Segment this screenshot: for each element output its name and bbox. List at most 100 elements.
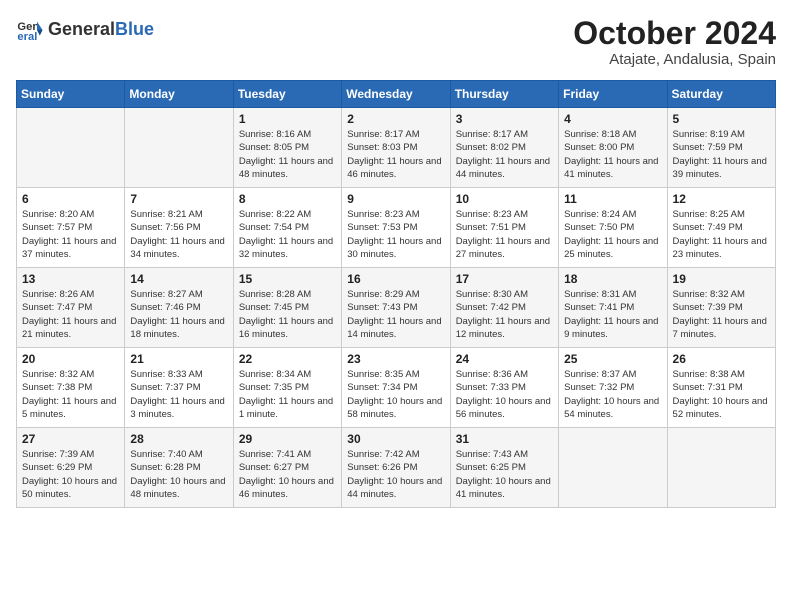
logo-icon: Gen eral [16, 16, 44, 44]
day-of-week-header: Sunday [17, 81, 125, 108]
day-number: 3 [456, 112, 553, 126]
calendar-week-row: 13Sunrise: 8:26 AM Sunset: 7:47 PM Dayli… [17, 268, 776, 348]
day-number: 23 [347, 352, 444, 366]
day-info: Sunrise: 8:35 AM Sunset: 7:34 PM Dayligh… [347, 368, 444, 421]
calendar-day-cell: 6 Sunrise: 8:20 AM Sunset: 7:57 PM Daylig… [17, 188, 125, 268]
day-info: Sunrise: 8:19 AM Sunset: 7:59 PM Dayligh… [673, 128, 770, 181]
day-info: Sunrise: 8:31 AM Sunset: 7:41 PM Dayligh… [564, 288, 661, 341]
day-info: Sunrise: 8:25 AM Sunset: 7:49 PM Dayligh… [673, 208, 770, 261]
calendar-empty-cell [17, 108, 125, 188]
day-info: Sunrise: 8:32 AM Sunset: 7:38 PM Dayligh… [22, 368, 119, 421]
page-header: Gen eral GeneralBlue October 2024 Atajat… [16, 16, 776, 68]
calendar-day-cell: 21 Sunrise: 8:33 AM Sunset: 7:37 PM Dayli… [125, 348, 233, 428]
calendar-day-cell: 19 Sunrise: 8:32 AM Sunset: 7:39 PM Dayli… [667, 268, 775, 348]
calendar-empty-cell [667, 428, 775, 508]
calendar-day-cell: 16 Sunrise: 8:29 AM Sunset: 7:43 PM Dayli… [342, 268, 450, 348]
calendar-day-cell: 18 Sunrise: 8:31 AM Sunset: 7:41 PM Dayli… [559, 268, 667, 348]
calendar-day-cell: 12 Sunrise: 8:25 AM Sunset: 7:49 PM Dayli… [667, 188, 775, 268]
calendar-day-cell: 9 Sunrise: 8:23 AM Sunset: 7:53 PM Daylig… [342, 188, 450, 268]
day-number: 8 [239, 192, 336, 206]
day-number: 20 [22, 352, 119, 366]
calendar-header-row: SundayMondayTuesdayWednesdayThursdayFrid… [17, 81, 776, 108]
logo-text: GeneralBlue [48, 20, 154, 40]
day-number: 16 [347, 272, 444, 286]
day-info: Sunrise: 8:18 AM Sunset: 8:00 PM Dayligh… [564, 128, 661, 181]
day-number: 2 [347, 112, 444, 126]
day-info: Sunrise: 8:28 AM Sunset: 7:45 PM Dayligh… [239, 288, 336, 341]
calendar-day-cell: 20 Sunrise: 8:32 AM Sunset: 7:38 PM Dayli… [17, 348, 125, 428]
day-info: Sunrise: 8:24 AM Sunset: 7:50 PM Dayligh… [564, 208, 661, 261]
day-number: 21 [130, 352, 227, 366]
day-info: Sunrise: 8:33 AM Sunset: 7:37 PM Dayligh… [130, 368, 227, 421]
calendar-empty-cell [559, 428, 667, 508]
calendar-day-cell: 7Sunrise: 8:21 AM Sunset: 7:56 PM Daylig… [125, 188, 233, 268]
calendar-day-cell: 3 Sunrise: 8:17 AM Sunset: 8:02 PM Daylig… [450, 108, 558, 188]
day-info: Sunrise: 8:34 AM Sunset: 7:35 PM Dayligh… [239, 368, 336, 421]
day-info: Sunrise: 8:32 AM Sunset: 7:39 PM Dayligh… [673, 288, 770, 341]
calendar-day-cell: 25 Sunrise: 8:37 AM Sunset: 7:32 PM Dayli… [559, 348, 667, 428]
calendar-day-cell: 15 Sunrise: 8:28 AM Sunset: 7:45 PM Dayli… [233, 268, 341, 348]
title-area: October 2024 Atajate, Andalusia, Spain [573, 16, 776, 68]
day-info: Sunrise: 7:40 AM Sunset: 6:28 PM Dayligh… [130, 448, 227, 501]
day-of-week-header: Thursday [450, 81, 558, 108]
calendar-day-cell: 28 Sunrise: 7:40 AM Sunset: 6:28 PM Dayli… [125, 428, 233, 508]
day-info: Sunrise: 8:17 AM Sunset: 8:02 PM Dayligh… [456, 128, 553, 181]
day-info: Sunrise: 8:37 AM Sunset: 7:32 PM Dayligh… [564, 368, 661, 421]
day-of-week-header: Friday [559, 81, 667, 108]
day-number: 22 [239, 352, 336, 366]
day-of-week-header: Saturday [667, 81, 775, 108]
day-number: 19 [673, 272, 770, 286]
calendar-day-cell: 27 Sunrise: 7:39 AM Sunset: 6:29 PM Dayli… [17, 428, 125, 508]
day-info: Sunrise: 7:43 AM Sunset: 6:25 PM Dayligh… [456, 448, 553, 501]
calendar-day-cell: 11Sunrise: 8:24 AM Sunset: 7:50 PM Dayli… [559, 188, 667, 268]
calendar-week-row: 1Sunrise: 8:16 AM Sunset: 8:05 PM Daylig… [17, 108, 776, 188]
day-info: Sunrise: 8:20 AM Sunset: 7:57 PM Dayligh… [22, 208, 119, 261]
calendar-table: SundayMondayTuesdayWednesdayThursdayFrid… [16, 80, 776, 508]
day-info: Sunrise: 8:22 AM Sunset: 7:54 PM Dayligh… [239, 208, 336, 261]
day-info: Sunrise: 8:27 AM Sunset: 7:46 PM Dayligh… [130, 288, 227, 341]
calendar-day-cell: 2Sunrise: 8:17 AM Sunset: 8:03 PM Daylig… [342, 108, 450, 188]
day-number: 15 [239, 272, 336, 286]
day-number: 6 [22, 192, 119, 206]
day-number: 10 [456, 192, 553, 206]
day-number: 1 [239, 112, 336, 126]
calendar-day-cell: 4 Sunrise: 8:18 AM Sunset: 8:00 PM Daylig… [559, 108, 667, 188]
calendar-day-cell: 14 Sunrise: 8:27 AM Sunset: 7:46 PM Dayli… [125, 268, 233, 348]
day-number: 25 [564, 352, 661, 366]
calendar-day-cell: 29Sunrise: 7:41 AM Sunset: 6:27 PM Dayli… [233, 428, 341, 508]
calendar-day-cell: 10 Sunrise: 8:23 AM Sunset: 7:51 PM Dayli… [450, 188, 558, 268]
day-info: Sunrise: 7:42 AM Sunset: 6:26 PM Dayligh… [347, 448, 444, 501]
calendar-day-cell: 17Sunrise: 8:30 AM Sunset: 7:42 PM Dayli… [450, 268, 558, 348]
day-number: 4 [564, 112, 661, 126]
day-info: Sunrise: 7:39 AM Sunset: 6:29 PM Dayligh… [22, 448, 119, 501]
day-number: 9 [347, 192, 444, 206]
day-number: 24 [456, 352, 553, 366]
day-info: Sunrise: 8:21 AM Sunset: 7:56 PM Dayligh… [130, 208, 227, 261]
day-number: 31 [456, 432, 553, 446]
day-info: Sunrise: 8:23 AM Sunset: 7:51 PM Dayligh… [456, 208, 553, 261]
month-title: October 2024 [573, 16, 776, 51]
calendar-day-cell: 1Sunrise: 8:16 AM Sunset: 8:05 PM Daylig… [233, 108, 341, 188]
day-number: 13 [22, 272, 119, 286]
svg-text:eral: eral [17, 31, 37, 43]
calendar-week-row: 20 Sunrise: 8:32 AM Sunset: 7:38 PM Dayli… [17, 348, 776, 428]
day-of-week-header: Wednesday [342, 81, 450, 108]
calendar-day-cell: 31 Sunrise: 7:43 AM Sunset: 6:25 PM Dayli… [450, 428, 558, 508]
day-number: 28 [130, 432, 227, 446]
day-number: 14 [130, 272, 227, 286]
day-number: 27 [22, 432, 119, 446]
day-number: 29 [239, 432, 336, 446]
day-info: Sunrise: 8:23 AM Sunset: 7:53 PM Dayligh… [347, 208, 444, 261]
calendar-day-cell: 8 Sunrise: 8:22 AM Sunset: 7:54 PM Daylig… [233, 188, 341, 268]
day-info: Sunrise: 8:30 AM Sunset: 7:42 PM Dayligh… [456, 288, 553, 341]
day-info: Sunrise: 8:29 AM Sunset: 7:43 PM Dayligh… [347, 288, 444, 341]
logo: Gen eral GeneralBlue [16, 16, 154, 44]
day-number: 12 [673, 192, 770, 206]
day-number: 18 [564, 272, 661, 286]
calendar-empty-cell [125, 108, 233, 188]
day-number: 5 [673, 112, 770, 126]
calendar-day-cell: 24Sunrise: 8:36 AM Sunset: 7:33 PM Dayli… [450, 348, 558, 428]
day-number: 26 [673, 352, 770, 366]
day-number: 30 [347, 432, 444, 446]
calendar-day-cell: 22 Sunrise: 8:34 AM Sunset: 7:35 PM Dayli… [233, 348, 341, 428]
